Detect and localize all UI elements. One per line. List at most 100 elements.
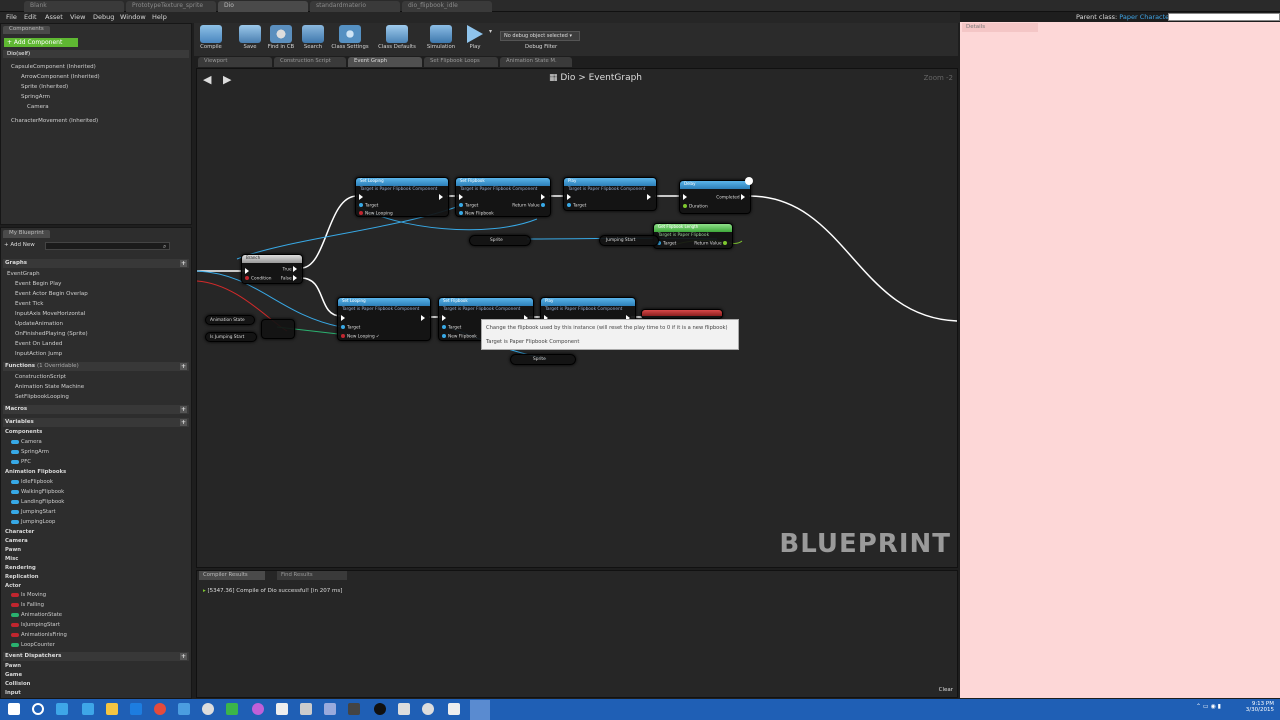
back-arrow-icon[interactable]: ◀ [203, 73, 211, 86]
dispatcher-category[interactable]: Game [5, 672, 22, 678]
variable-item[interactable]: Is Moving [11, 592, 46, 598]
set-looping-node[interactable]: Set Looping Target is Paper Flipbook Com… [355, 177, 449, 217]
set-looping-node[interactable]: Set Looping Target is Paper Flipbook Com… [337, 297, 431, 341]
play-node[interactable]: Play Target is Paper Flipbook Component … [563, 177, 657, 211]
tab-viewport[interactable]: Viewport [198, 57, 272, 67]
jumping-start-getter[interactable]: Jumping Start [599, 235, 659, 246]
title-tab[interactable]: PrototypeTexture_sprite [126, 1, 216, 12]
var-category[interactable]: Pawn [5, 547, 21, 553]
add-graph-button[interactable]: + [180, 260, 187, 267]
search-button[interactable]: Search [296, 24, 330, 54]
store-icon[interactable] [130, 703, 142, 715]
debug-object-select[interactable]: No debug object selected ▾ [500, 31, 580, 41]
var-category[interactable]: Animation Flipbooks [5, 469, 66, 475]
add-dispatcher-button[interactable]: + [180, 653, 187, 660]
dispatcher-category[interactable]: Collision [5, 681, 30, 687]
variable-item[interactable]: LandingFlipbook [11, 499, 64, 505]
variable-item[interactable]: SpringArm [11, 449, 49, 455]
tab-find-results[interactable]: Find Results [277, 571, 347, 580]
tab-compiler-results[interactable]: Compiler Results [199, 571, 265, 580]
collapsed-node[interactable] [641, 309, 723, 319]
component-item[interactable]: CharacterMovement (Inherited) [11, 118, 98, 124]
variable-item[interactable]: Camera [11, 439, 42, 445]
variable-item[interactable]: AnimationState [11, 612, 62, 618]
variable-item[interactable]: JumpingLoop [11, 519, 55, 525]
edge-icon[interactable] [56, 703, 68, 715]
ie-icon[interactable] [82, 703, 94, 715]
graph-item[interactable]: Event Tick [15, 301, 43, 307]
graph-item[interactable]: Event On Landed [15, 341, 62, 347]
save-button[interactable]: Save [233, 24, 267, 54]
title-tab[interactable]: dio_flipbook_idle [402, 1, 492, 12]
variable-item[interactable]: IsJumpingStart [11, 622, 60, 628]
app-icon[interactable] [374, 703, 386, 715]
variable-item[interactable]: LoopCounter [11, 642, 55, 648]
compare-node[interactable] [261, 319, 295, 339]
var-category[interactable]: Replication [5, 574, 39, 580]
component-root[interactable]: Dio(self) [7, 51, 30, 57]
var-category[interactable]: Rendering [5, 565, 36, 571]
windows-start-icon[interactable] [8, 703, 20, 715]
add-function-button[interactable]: + [180, 363, 187, 370]
component-item[interactable]: Camera [27, 104, 49, 110]
graph-item[interactable]: EventGraph [7, 271, 40, 277]
find-in-cb-button[interactable]: Find in CB [264, 24, 298, 54]
class-defaults-button[interactable]: Class Defaults [376, 24, 418, 54]
forward-arrow-icon[interactable]: ▶ [223, 73, 231, 86]
class-settings-button[interactable]: Class Settings [330, 24, 370, 54]
compile-button[interactable]: Compile [194, 24, 228, 54]
graph-item[interactable]: Event Actor Begin Overlap [15, 291, 88, 297]
menu-asset[interactable]: Asset [45, 13, 63, 21]
clock[interactable]: 9:13 PM 3/30/2015 [1244, 701, 1274, 713]
title-tab[interactable]: Dio [218, 1, 308, 12]
tray-icons[interactable]: ⌃ ▭ ◉ ▮ [1196, 703, 1221, 710]
dispatcher-category[interactable]: Input [5, 690, 21, 696]
menu-edit[interactable]: Edit [24, 13, 37, 21]
reroute-knot[interactable] [745, 177, 753, 185]
graph-item[interactable]: OnFinishedPlaying (Sprite) [15, 331, 88, 337]
variable-item[interactable]: WalkingFlipbook [11, 489, 64, 495]
add-component-button[interactable]: + Add Component [4, 38, 78, 47]
var-category[interactable]: Character [5, 529, 34, 535]
var-category[interactable]: Camera [5, 538, 28, 544]
title-tab[interactable]: Blank [24, 1, 124, 12]
graphs-section[interactable]: Graphs + [3, 259, 189, 268]
app-icon[interactable] [324, 703, 336, 715]
app-icon[interactable] [178, 703, 190, 715]
file-explorer-icon[interactable] [106, 703, 118, 715]
tab-animation-state[interactable]: Animation State M. [500, 57, 572, 67]
app-icon[interactable] [448, 703, 460, 715]
menu-view[interactable]: View [70, 13, 85, 21]
title-tab[interactable]: standardmaterio [310, 1, 400, 12]
blueprint-search-input[interactable] [45, 242, 170, 250]
add-variable-button[interactable]: + [180, 419, 187, 426]
tab-event-graph[interactable]: Event Graph [348, 57, 422, 67]
menu-window[interactable]: Window [120, 13, 146, 21]
app-icon[interactable] [226, 703, 238, 715]
event-dispatchers-section[interactable]: Event Dispatchers + [3, 652, 189, 661]
get-flipbook-length-node[interactable]: Get Flipbook Length Target is Paper Flip… [653, 223, 733, 249]
event-graph-canvas[interactable]: ◀ ▶ ▦ Dio > EventGraph Zoom -2 Branch Co… [196, 68, 958, 568]
clear-button[interactable]: Clear [939, 687, 953, 693]
component-item[interactable]: ArrowComponent (Inherited) [21, 74, 100, 80]
delay-node[interactable]: Delay Completed Duration [679, 180, 751, 214]
menu-help[interactable]: Help [152, 13, 167, 21]
details-tab[interactable]: Details [962, 23, 1038, 32]
global-search-input[interactable] [1168, 13, 1280, 21]
graph-item[interactable]: UpdateAnimation [15, 321, 63, 327]
app-icon[interactable] [202, 703, 214, 715]
macros-section[interactable]: Macros + [3, 405, 189, 414]
unreal-engine-icon[interactable] [470, 700, 490, 720]
tab-set-flipbook-loops[interactable]: Set Flipbook Loops [424, 57, 498, 67]
function-item[interactable]: SetFlipbookLooping [15, 394, 69, 400]
app-icon[interactable] [252, 703, 264, 715]
sprite-getter[interactable]: Sprite [469, 235, 531, 246]
tab-construction-script[interactable]: Construction Script [274, 57, 346, 67]
app-icon[interactable] [348, 703, 360, 715]
variables-section[interactable]: Variables + [3, 418, 189, 427]
menu-debug[interactable]: Debug [93, 13, 114, 21]
var-category[interactable]: Actor [5, 583, 21, 589]
branch-node[interactable]: Branch Condition True False [241, 254, 303, 284]
set-flipbook-node[interactable]: Set Flipbook Target is Paper Flipbook Co… [455, 177, 551, 217]
variable-item[interactable]: AnimationIsFiring [11, 632, 67, 638]
